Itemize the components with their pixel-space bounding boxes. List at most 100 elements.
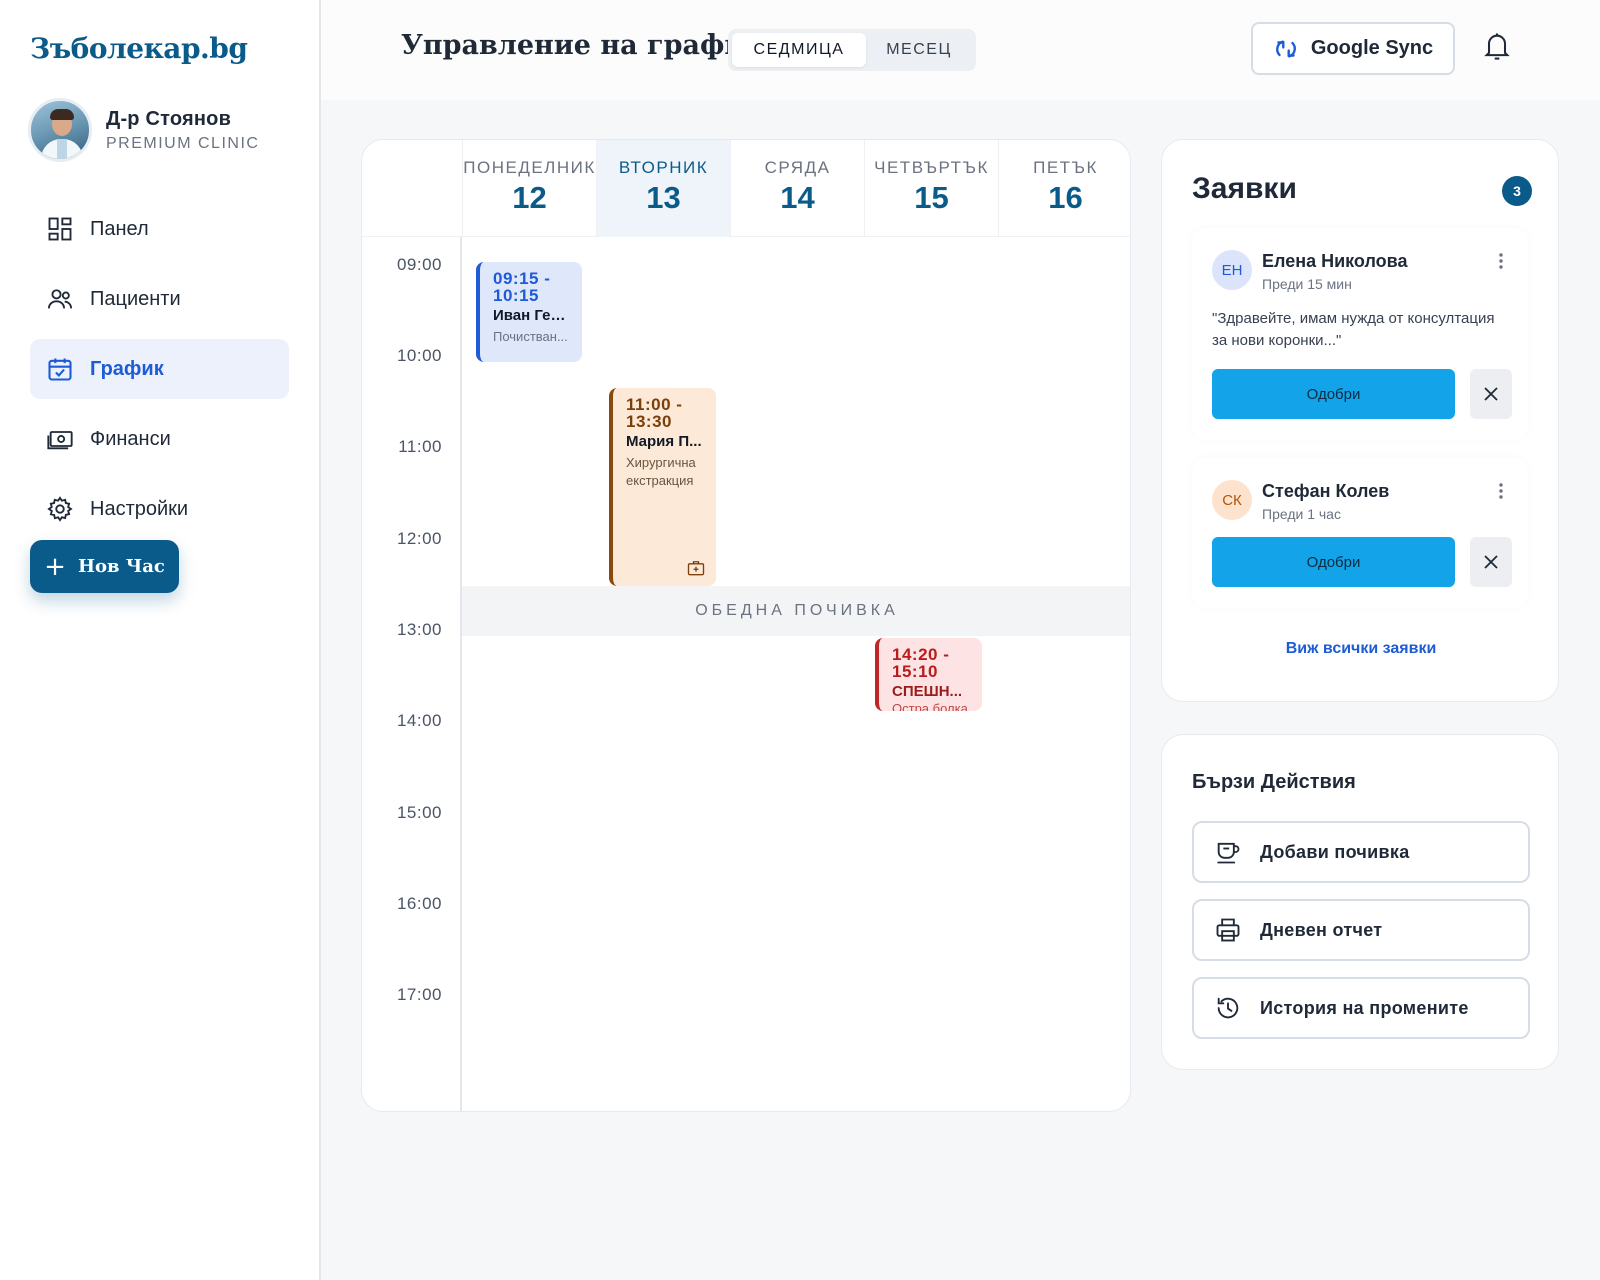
- users-icon: [47, 289, 73, 309]
- dashboard-icon: [48, 217, 72, 241]
- request-item: СК Стефан Колев Преди 1 час Одобри: [1192, 458, 1528, 608]
- hour-label: 10:00: [396, 346, 442, 365]
- sidebar-item-schedule[interactable]: График: [30, 339, 289, 399]
- request-message: "Здравейте, имам нужда от консултация за…: [1212, 310, 1495, 349]
- avatar: [28, 98, 92, 162]
- gear-icon: [47, 496, 73, 522]
- add-break-label: Добави почивка: [1260, 841, 1410, 862]
- appointment-time: 11:00 - 13:30: [626, 395, 683, 431]
- day-name: ВТОРНИК: [618, 158, 709, 177]
- sidebar-item-label: Настройки: [90, 497, 189, 520]
- hour-label: 13:00: [396, 620, 442, 639]
- money-icon: [47, 431, 73, 450]
- appointment-patient: Мария П...: [626, 433, 702, 450]
- new-appointment-button[interactable]: + Нов Час: [30, 540, 179, 593]
- history-icon: [1217, 997, 1239, 1019]
- hour-label: 12:00: [396, 529, 442, 548]
- plus-icon: +: [44, 551, 66, 582]
- approve-button[interactable]: Одобри: [1212, 369, 1455, 419]
- sidebar-item-label: Пациенти: [90, 287, 181, 310]
- sync-icon: [1275, 39, 1296, 58]
- day-column-header[interactable]: ПЕТЪК 16: [998, 140, 1130, 237]
- more-vertical-icon[interactable]: [1498, 252, 1504, 270]
- sidebar-item-dashboard[interactable]: Панел: [30, 199, 289, 259]
- hour-label: 11:00: [398, 437, 442, 456]
- day-number: 14: [780, 180, 815, 215]
- sidebar-nav: Панел Пациенти График Финанси Настройки: [30, 199, 289, 549]
- appointment-patient: Иван Гео...: [493, 307, 572, 324]
- hour-label: 15:00: [396, 803, 442, 822]
- hour-label: 09:00: [396, 255, 442, 274]
- approve-button[interactable]: Одобри: [1212, 537, 1455, 587]
- request-item: ЕН Елена Николова Преди 15 мин "Здравейт…: [1192, 228, 1528, 440]
- week-calendar: ПОНЕДЕЛНИК 12 ВТОРНИК 13 СРЯДА 14 ЧЕТВЪР…: [361, 139, 1131, 1112]
- appointment-time: 09:15 - 10:15: [493, 269, 551, 305]
- day-column-header[interactable]: ПОНЕДЕЛНИК 12: [462, 140, 596, 237]
- requests-count-badge: 3: [1502, 176, 1532, 206]
- requests-title: Заявки: [1192, 172, 1297, 205]
- appointment-procedure: Остра болка: [892, 701, 968, 711]
- day-number: 15: [914, 180, 949, 215]
- day-column-header[interactable]: ЧЕТВЪРТЪК 15: [864, 140, 998, 237]
- reject-button[interactable]: [1470, 537, 1512, 587]
- quick-actions-title: Бързи Действия: [1192, 771, 1356, 793]
- day-column-header[interactable]: СРЯДА 14: [730, 140, 864, 237]
- change-history-button[interactable]: История на промените: [1192, 977, 1530, 1039]
- close-icon: [1484, 555, 1498, 569]
- day-column-header-today[interactable]: ВТОРНИК 13: [596, 140, 730, 237]
- new-appointment-label: Нов Час: [77, 556, 165, 577]
- requester-name: Елена Николова: [1262, 251, 1408, 271]
- request-time: Преди 15 мин: [1262, 276, 1352, 292]
- appointment-patient: СПЕШН...: [892, 683, 963, 700]
- request-time: Преди 1 час: [1262, 506, 1341, 522]
- hour-label: 14:00: [396, 711, 442, 730]
- change-history-label: История на промените: [1260, 997, 1469, 1018]
- sidebar-item-finance[interactable]: Финанси: [30, 409, 289, 469]
- daily-report-label: Дневен отчет: [1260, 919, 1383, 940]
- sidebar-item-label: Панел: [90, 217, 149, 240]
- profile-name: Д-р Стоянов: [106, 107, 232, 130]
- quick-actions-panel: Бързи Действия Добави почивка Дневен отч…: [1161, 734, 1559, 1070]
- day-name: ПЕТЪК: [1033, 158, 1098, 177]
- sidebar-item-label: Финанси: [90, 427, 171, 450]
- appointment-card[interactable]: 11:00 - 13:30 Мария П... Хирургична екст…: [609, 388, 716, 586]
- toggle-month[interactable]: МЕСЕЦ: [866, 33, 972, 67]
- reject-button[interactable]: [1470, 369, 1512, 419]
- toggle-week[interactable]: СЕДМИЦА: [732, 33, 866, 67]
- calendar-header: ПОНЕДЕЛНИК 12 ВТОРНИК 13 СРЯДА 14 ЧЕТВЪР…: [362, 140, 1130, 237]
- page-title: Управление на график: [401, 30, 764, 61]
- appointment-procedure: Хирургична екстракция: [626, 455, 696, 488]
- requester-name: Стефан Колев: [1262, 481, 1390, 501]
- medical-kit-icon: [687, 561, 705, 576]
- requester-avatar: СК: [1212, 480, 1252, 520]
- brand-logo[interactable]: Зъболекар.bg: [30, 32, 248, 65]
- appointment-card-urgent[interactable]: 14:20 - 15:10 СПЕШН... Остра болка: [875, 638, 982, 711]
- view-toggle: СЕДМИЦА МЕСЕЦ: [728, 29, 976, 71]
- day-name: ПОНЕДЕЛНИК: [463, 158, 596, 177]
- day-name: СРЯДА: [764, 158, 831, 177]
- appointment-time: 14:20 - 15:10: [892, 645, 950, 681]
- day-number: 16: [1048, 180, 1083, 215]
- daily-report-button[interactable]: Дневен отчет: [1192, 899, 1530, 961]
- appointment-procedure: Почистван...: [493, 329, 568, 344]
- sidebar-item-patients[interactable]: Пациенти: [30, 269, 289, 329]
- calendar-check-icon: [48, 358, 72, 381]
- day-number: 12: [512, 180, 547, 215]
- requests-panel: Заявки 3 ЕН Елена Николова Преди 15 мин …: [1161, 139, 1559, 702]
- printer-icon: [1216, 918, 1240, 942]
- coffee-cup-icon: [1217, 842, 1240, 864]
- time-axis: 09:00 10:00 11:00 12:00 13:00 14:00 15:0…: [362, 237, 462, 1111]
- more-vertical-icon[interactable]: [1498, 482, 1504, 500]
- user-profile[interactable]: Д-р Стоянов PREMIUM CLINIC: [28, 98, 259, 162]
- sidebar: Зъболекар.bg Д-р Стоянов PREMIUM CLINIC …: [0, 0, 321, 1280]
- close-icon: [1484, 387, 1498, 401]
- day-number: 13: [646, 180, 681, 215]
- view-all-requests-link[interactable]: Виж всички заявки: [1162, 640, 1560, 658]
- bell-icon[interactable]: [1483, 30, 1511, 62]
- appointment-card[interactable]: 09:15 - 10:15 Иван Гео... Почистван...: [476, 262, 582, 362]
- add-break-button[interactable]: Добави почивка: [1192, 821, 1530, 883]
- sidebar-item-settings[interactable]: Настройки: [30, 479, 289, 539]
- hour-label: 17:00: [396, 985, 442, 1004]
- sidebar-item-label: График: [90, 357, 164, 380]
- google-sync-button[interactable]: Google Sync: [1251, 22, 1455, 75]
